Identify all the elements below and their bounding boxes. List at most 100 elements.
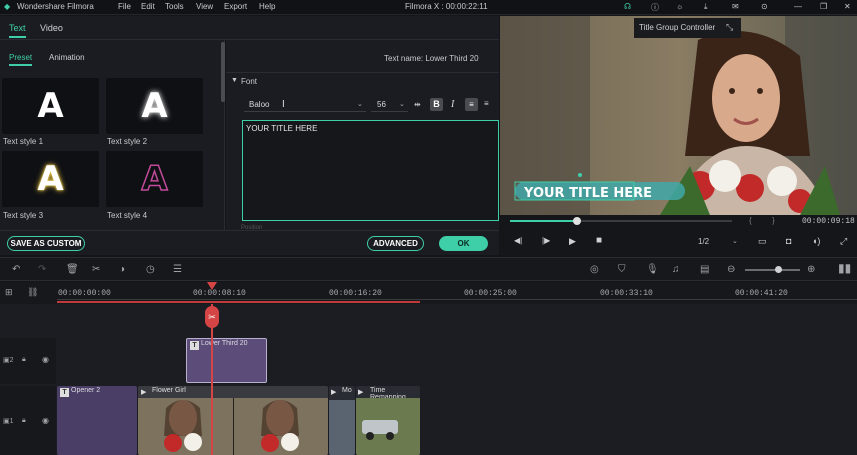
letter-spacing-icon[interactable]: ⇹ bbox=[414, 100, 421, 109]
text-style-4-thumbnail[interactable]: A bbox=[106, 151, 203, 207]
clip-flower-girl[interactable]: ▶ Flower Girl bbox=[138, 386, 328, 455]
eye-icon[interactable]: ◉ bbox=[42, 416, 49, 425]
pause-bars-icon[interactable]: ▮▮ bbox=[838, 261, 851, 275]
undo-icon[interactable]: ↶ bbox=[12, 264, 20, 275]
text-style-2-thumbnail[interactable]: A bbox=[106, 78, 203, 134]
italic-icon[interactable]: I bbox=[451, 99, 454, 110]
zoom-out-icon[interactable]: ⊖ bbox=[727, 264, 735, 275]
current-time: 00:00:09:18 bbox=[802, 217, 855, 226]
menu-help[interactable]: Help bbox=[259, 2, 275, 11]
monitor-icon[interactable]: ▭ bbox=[758, 236, 767, 247]
restore-icon[interactable]: ❐ bbox=[820, 2, 827, 11]
text-style-1-preview: A bbox=[37, 86, 64, 126]
eye-icon[interactable]: ◉ bbox=[42, 355, 49, 364]
ok-button[interactable]: OK bbox=[439, 236, 488, 251]
timeline-ruler[interactable]: ⊞ ⛓ 00:00:00:00 00:00:08:10 00:00:16:20 … bbox=[0, 282, 857, 304]
editor-tabs: Text Video bbox=[0, 16, 499, 40]
subtab-animation[interactable]: Animation bbox=[49, 53, 85, 62]
track-2-icon: ▣2 bbox=[3, 357, 14, 364]
text-cursor-icon: I bbox=[282, 99, 285, 110]
download-icon[interactable]: ⤓ bbox=[704, 2, 708, 12]
step-back-icon[interactable]: ◀| bbox=[514, 236, 522, 245]
clip-mo[interactable]: ▶ Mo bbox=[329, 386, 355, 455]
mark-in-icon[interactable]: { bbox=[749, 216, 752, 225]
headset-icon[interactable]: ☊ bbox=[624, 2, 631, 11]
video-clip-icon: ▶ bbox=[358, 389, 364, 396]
lock-icon[interactable]: 🔒︎ bbox=[22, 356, 26, 364]
menu-file[interactable]: File bbox=[118, 2, 131, 11]
link-icon[interactable]: ⛓ bbox=[27, 287, 38, 298]
quality-select[interactable]: 1/2 ⌄ bbox=[696, 237, 744, 249]
flower-girl-thumbnails bbox=[138, 398, 328, 455]
close-icon[interactable]: ✕ bbox=[844, 2, 851, 11]
font-size-select[interactable]: 56 ⌄ bbox=[371, 98, 408, 112]
cut-icon[interactable]: ✂ bbox=[92, 264, 100, 275]
clip-opener[interactable]: T Opener 2 bbox=[57, 386, 137, 455]
adjust-icon[interactable]: ☰ bbox=[173, 264, 182, 275]
mic-icon[interactable]: 🎙 bbox=[646, 264, 659, 275]
mo-clip-thumbnail bbox=[329, 400, 355, 455]
snapshot-icon[interactable]: ◘ bbox=[786, 236, 791, 246]
fullscreen-icon[interactable]: ⤢ bbox=[840, 236, 847, 247]
align-center-icon[interactable]: ≡ bbox=[484, 99, 489, 108]
subtitle-icon[interactable]: ▤ bbox=[700, 264, 709, 275]
zoom-slider[interactable] bbox=[745, 266, 800, 273]
mark-out-icon[interactable]: } bbox=[772, 216, 775, 225]
tab-text[interactable]: Text bbox=[9, 23, 26, 38]
redo-icon[interactable]: ↷ bbox=[38, 264, 46, 275]
text-style-3-thumbnail[interactable]: A bbox=[2, 151, 99, 207]
volume-icon[interactable]: ◖) bbox=[812, 236, 820, 246]
font-select[interactable]: Baloo ⌄ bbox=[244, 98, 366, 112]
color-icon[interactable]: ◑ bbox=[119, 264, 125, 275]
save-as-custom-button[interactable]: SAVE AS CUSTOM bbox=[7, 236, 85, 251]
delete-icon[interactable]: 🗑 bbox=[66, 264, 79, 275]
ruler-tick-label: 00:00:25:00 bbox=[464, 289, 517, 298]
clip-time-remapping[interactable]: ▶ Time Remapping bbox=[356, 386, 420, 455]
subtab-preset[interactable]: Preset bbox=[9, 53, 33, 66]
progress-knob[interactable] bbox=[572, 217, 581, 225]
preview-title-text[interactable]: YOUR TITLE HERE bbox=[524, 186, 652, 201]
bulb-icon[interactable]: ☼ bbox=[676, 2, 683, 11]
menu-bar: ◆ Wondershare Filmora File Edit Tools Vi… bbox=[0, 0, 857, 15]
settings-scrollbar[interactable] bbox=[222, 72, 225, 98]
minimize-icon[interactable]: — bbox=[794, 2, 802, 11]
menu-view[interactable]: View bbox=[196, 2, 213, 11]
video-preview[interactable]: YOUR TITLE HERE Title Group Controller ⤡ bbox=[500, 16, 857, 215]
title-group-controller[interactable]: Title Group Controller ⤡ bbox=[634, 18, 741, 38]
ruler-tick-label: 00:00:16:20 bbox=[329, 289, 382, 298]
play-icon[interactable]: ▶ bbox=[569, 236, 576, 247]
scissors-icon[interactable]: ✂ bbox=[205, 306, 219, 328]
bold-icon[interactable]: B bbox=[430, 98, 443, 111]
mo-clip-label: Mo bbox=[342, 387, 352, 394]
info-icon[interactable]: ⓘ bbox=[651, 2, 659, 13]
marker-icon[interactable]: ⛉ bbox=[618, 264, 626, 275]
ruler-tick-label: 00:00:08:10 bbox=[193, 289, 246, 298]
font-size-value: 56 bbox=[377, 100, 386, 109]
tab-video[interactable]: Video bbox=[40, 23, 63, 33]
render-icon[interactable]: ◎ bbox=[590, 264, 599, 275]
lock-icon[interactable]: 🔒︎ bbox=[22, 417, 26, 425]
text-clip-lower-third[interactable]: T Lower Third 20 bbox=[186, 338, 267, 383]
menu-export[interactable]: Export bbox=[224, 2, 247, 11]
stop-icon[interactable]: ■ bbox=[596, 235, 602, 246]
expand-icon[interactable]: ⤡ bbox=[726, 22, 733, 33]
play-pause-icon[interactable]: |▶ bbox=[542, 236, 550, 245]
add-track-icon[interactable]: ⊞ bbox=[5, 287, 13, 298]
progress-track[interactable] bbox=[510, 217, 732, 225]
ruler-tick-label: 00:00:00:00 bbox=[58, 289, 111, 298]
chevron-down-icon: ⌄ bbox=[732, 238, 738, 245]
mail-icon[interactable]: ✉ bbox=[732, 2, 739, 11]
zoom-in-icon[interactable]: ⊕ bbox=[807, 264, 815, 275]
text-style-1-thumbnail[interactable]: A bbox=[2, 78, 99, 134]
menu-tools[interactable]: Tools bbox=[165, 2, 184, 11]
advanced-button[interactable]: ADVANCED bbox=[367, 236, 424, 251]
text-content-input[interactable]: YOUR TITLE HERE bbox=[242, 120, 499, 221]
menu-edit[interactable]: Edit bbox=[141, 2, 155, 11]
collapse-arrow-icon[interactable]: ▼ bbox=[231, 77, 238, 84]
zoom-slider-knob[interactable] bbox=[775, 266, 782, 273]
account-icon[interactable]: ⊙ bbox=[761, 2, 768, 11]
align-left-icon[interactable]: ≡ bbox=[465, 98, 478, 111]
speed-icon[interactable]: ◷ bbox=[146, 264, 155, 275]
app-name: Wondershare Filmora bbox=[17, 2, 94, 11]
audio-mixer-icon[interactable]: ♫ bbox=[672, 264, 680, 275]
